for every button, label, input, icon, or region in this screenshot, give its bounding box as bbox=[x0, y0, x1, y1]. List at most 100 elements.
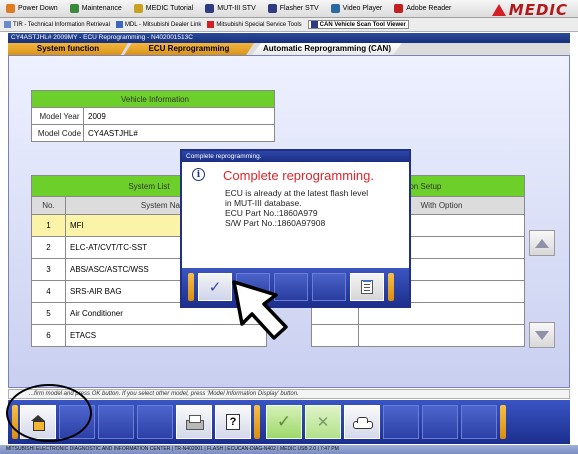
dialog-heading: Complete reprogramming. bbox=[223, 168, 375, 183]
toolbar-label: Maintenance bbox=[81, 5, 122, 12]
vehicle-path-title: CY4ASTJHL# 2009MY - ECU Reprogramming - … bbox=[8, 33, 570, 43]
windows-taskbar: MITSUBISHI ELECTRONIC DIAGNOSTIC AND INF… bbox=[0, 445, 578, 454]
print-button[interactable] bbox=[176, 405, 212, 439]
toolbar-medic-tutorial[interactable]: MEDIC Tutorial bbox=[133, 4, 194, 13]
scroll-up-button[interactable] bbox=[529, 230, 555, 256]
tir-icon bbox=[4, 21, 11, 28]
vehicle-info-header: Vehicle Information bbox=[31, 90, 275, 108]
toolbar-label: Power Down bbox=[18, 5, 58, 12]
home-icon bbox=[31, 415, 45, 431]
links-bar: TIR - Technical Information Retrieval MD… bbox=[0, 18, 578, 32]
dialog-message-line: ECU Part No.:1860A979 bbox=[225, 208, 318, 218]
toolbar-label: Flasher STV bbox=[279, 5, 319, 12]
dialog-message-line: in MUT-III database. bbox=[225, 198, 302, 208]
toolbar-empty-slot bbox=[383, 405, 419, 439]
dialog-title: Complete reprogramming. bbox=[182, 151, 409, 162]
dialog-body: i Complete reprogramming. ECU is already… bbox=[182, 162, 409, 267]
dialog-notes-button[interactable] bbox=[350, 273, 384, 301]
dialog-message: ECU is already at the latest flash level… bbox=[225, 188, 403, 228]
row-no: 2 bbox=[31, 236, 66, 259]
link-label: MDL - Mitsubishi Dealer Link bbox=[124, 21, 202, 28]
checkmark-icon: ✓ bbox=[208, 279, 222, 296]
home-button[interactable] bbox=[20, 405, 56, 439]
link-special-tools[interactable]: Mitsubishi Special Service Tools bbox=[207, 21, 302, 28]
car-icon bbox=[353, 416, 373, 429]
maintenance-icon bbox=[69, 4, 79, 13]
row-no: 3 bbox=[31, 258, 66, 281]
mitsubishi-logo-icon bbox=[491, 4, 506, 16]
dialog-message-line: ECU is already at the latest flash level bbox=[225, 188, 369, 198]
dialog-empty-slot bbox=[312, 273, 346, 301]
toolbar-edge-right bbox=[500, 405, 506, 439]
toolbar-flasher-stv[interactable]: Flasher STV bbox=[267, 4, 319, 13]
mdl-icon bbox=[115, 21, 123, 28]
arrow-up-icon bbox=[535, 238, 549, 248]
power-icon bbox=[6, 4, 15, 13]
link-mdl[interactable]: MDL - Mitsubishi Dealer Link bbox=[115, 21, 202, 28]
flasher-icon bbox=[267, 4, 277, 13]
tab-system-function[interactable]: System function bbox=[8, 43, 128, 55]
link-label: CAN Vehicle Scan Tool Viewer bbox=[319, 21, 406, 28]
toolbar-label: Video Player bbox=[342, 5, 383, 12]
ok-button[interactable]: ✓ bbox=[266, 405, 302, 439]
dialog-ok-button[interactable]: ✓ bbox=[198, 273, 232, 301]
adobe-icon bbox=[394, 4, 404, 13]
cross-icon: ✕ bbox=[316, 414, 330, 431]
toolbar-label: Adobe Reader bbox=[406, 5, 452, 12]
toolbar-label: MEDIC Tutorial bbox=[145, 5, 194, 12]
toolbar-maintenance[interactable]: Maintenance bbox=[69, 4, 122, 13]
link-label: TIR - Technical Information Retrieval bbox=[13, 21, 110, 28]
row-no: 5 bbox=[31, 302, 66, 325]
tab-ecu-reprogramming[interactable]: ECU Reprogramming bbox=[124, 43, 254, 55]
toolbar-edge-mid bbox=[254, 405, 260, 439]
tab-automatic-reprogramming[interactable]: Automatic Reprogramming (CAN) bbox=[252, 43, 402, 55]
toolbar-empty-slot bbox=[461, 405, 497, 439]
link-can-viewer[interactable]: CAN Vehicle Scan Tool Viewer bbox=[307, 20, 409, 29]
toolbar-power-down[interactable]: Power Down bbox=[6, 4, 58, 13]
link-label: Mitsubishi Special Service Tools bbox=[216, 21, 302, 28]
video-icon bbox=[330, 4, 340, 13]
notes-icon bbox=[361, 280, 373, 294]
help-icon: ? bbox=[226, 414, 240, 430]
arrow-down-icon bbox=[535, 330, 549, 340]
link-tir[interactable]: TIR - Technical Information Retrieval bbox=[4, 21, 110, 28]
row-no: 4 bbox=[31, 280, 66, 303]
medic-logo-text: MEDIC bbox=[508, 1, 568, 19]
toolbar-empty-slot bbox=[422, 405, 458, 439]
scan-tool-icon bbox=[310, 21, 318, 28]
model-info-display-button[interactable] bbox=[344, 405, 380, 439]
dialog-edge-right bbox=[388, 273, 394, 301]
checkmark-icon: ✓ bbox=[276, 412, 292, 431]
table-row[interactable] bbox=[310, 324, 525, 347]
help-button[interactable]: ? bbox=[215, 405, 251, 439]
tutorial-icon bbox=[133, 4, 143, 13]
mitsubishi-icon bbox=[207, 21, 215, 28]
info-icon: i bbox=[192, 168, 205, 181]
bottom-toolbar: ? ✓ ✕ bbox=[8, 400, 570, 444]
medic-logo: MEDIC bbox=[491, 1, 568, 19]
cancel-button[interactable]: ✕ bbox=[305, 405, 341, 439]
toolbar-empty-slot bbox=[137, 405, 173, 439]
vehicle-info-table: Vehicle Information Model Year 2009 Mode… bbox=[31, 90, 275, 142]
toolbar-adobe-reader[interactable]: Adobe Reader bbox=[394, 4, 451, 13]
model-code-value: CY4ASTJHL# bbox=[83, 124, 275, 142]
model-year-value: 2009 bbox=[83, 107, 275, 125]
model-year-label: Model Year bbox=[31, 107, 84, 125]
model-code-label: Model Code bbox=[31, 124, 84, 142]
toolbar-mut-stv[interactable]: MUT-III STV bbox=[205, 4, 256, 13]
top-toolbar: Power Down Maintenance MEDIC Tutorial MU… bbox=[0, 0, 578, 19]
toolbar-empty-slot bbox=[98, 405, 134, 439]
toolbar-edge-left bbox=[12, 405, 18, 439]
toolbar-empty-slot bbox=[59, 405, 95, 439]
printer-icon bbox=[186, 415, 204, 430]
dialog-edge-left bbox=[188, 273, 194, 301]
scroll-down-button[interactable] bbox=[529, 322, 555, 348]
col-no-header: No. bbox=[31, 196, 66, 215]
row-no: 1 bbox=[31, 214, 66, 237]
dialog-message-line: S/W Part No.:1860A97908 bbox=[225, 218, 326, 228]
toolbar-video-player[interactable]: Video Player bbox=[330, 4, 383, 13]
row-no: 6 bbox=[31, 324, 66, 347]
pointer-arrow-icon bbox=[232, 280, 288, 340]
breadcrumb-tabs: System function ECU Reprogramming Automa… bbox=[8, 43, 570, 55]
status-bar: ...firm model and press OK button. If yo… bbox=[8, 389, 570, 399]
